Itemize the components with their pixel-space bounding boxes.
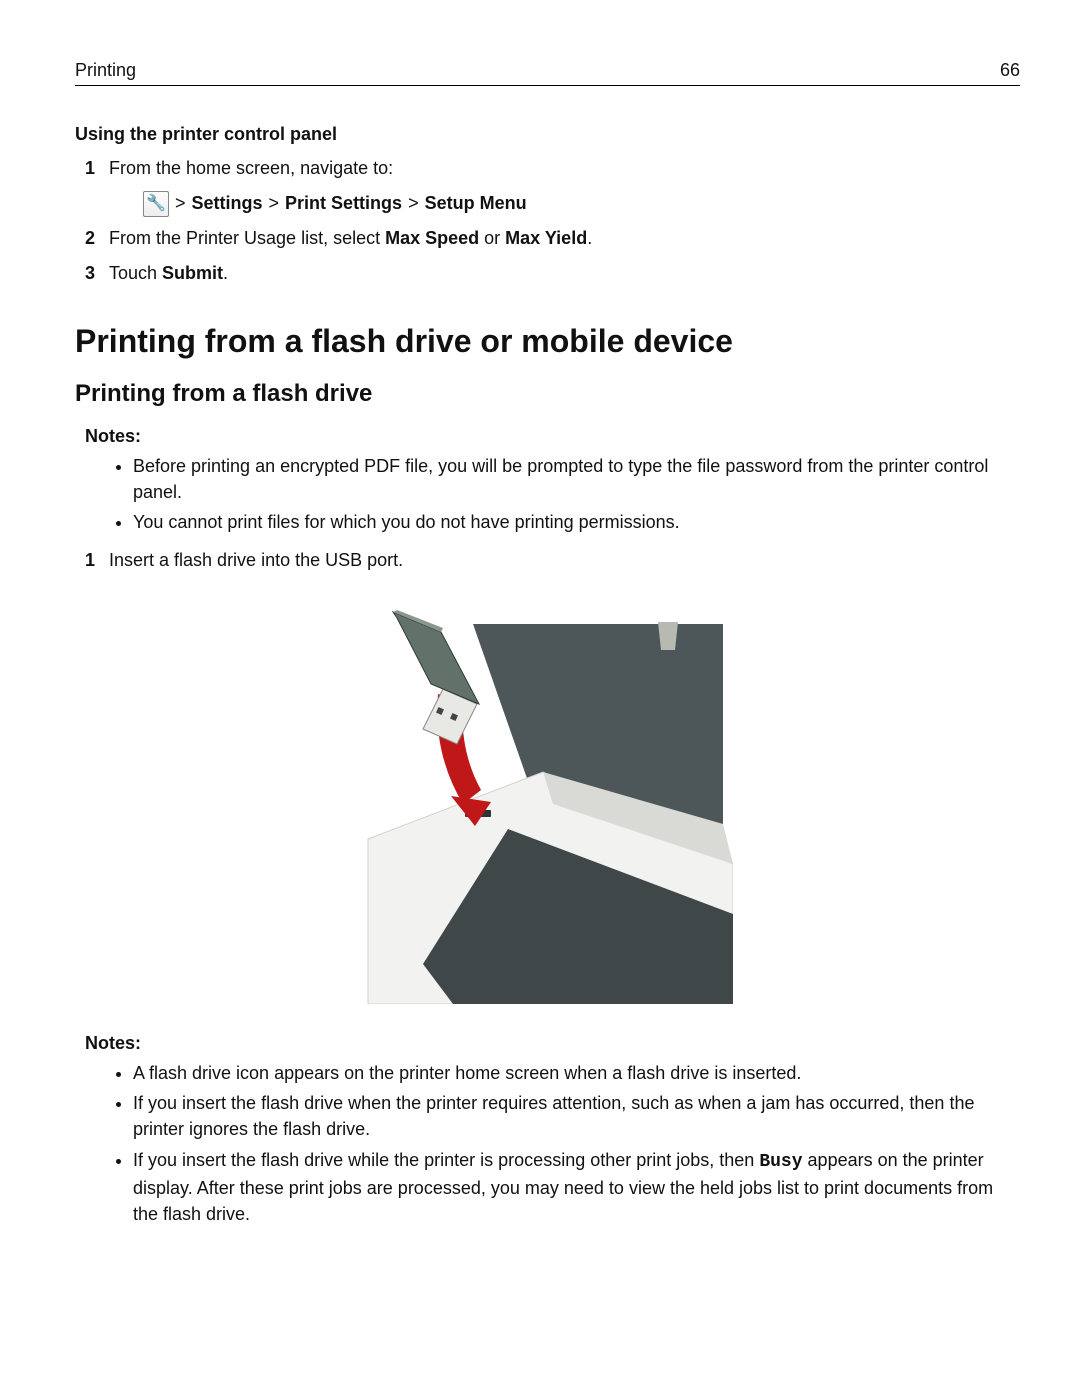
breadcrumb-sep: >: [175, 190, 186, 217]
notes-label-2: Notes:: [85, 1033, 1020, 1054]
step-3-text-pre: Touch: [109, 263, 162, 283]
step-2-text-pre: From the Printer Usage list, select: [109, 228, 385, 248]
flash-drive-icon: [393, 610, 479, 744]
steps-flash: Insert a flash drive into the USB port.: [75, 547, 1020, 574]
header-page-number: 66: [1000, 60, 1020, 81]
step-flash-1: Insert a flash drive into the USB port.: [75, 547, 1020, 574]
notes-label-1: Notes:: [85, 426, 1020, 447]
step-flash-1-text: Insert a flash drive into the USB port.: [109, 550, 403, 570]
step-2-max-yield: Max Yield: [505, 228, 587, 248]
document-page: Printing 66 Using the printer control pa…: [0, 0, 1080, 1299]
step-2-text-mid: or: [479, 228, 505, 248]
note-2-3-busy: Busy: [759, 1152, 802, 1172]
step-2-text-post: .: [587, 228, 592, 248]
steps-control-panel: From the home screen, navigate to: 🔧 > S…: [75, 155, 1020, 287]
notes-list-2: A flash drive icon appears on the printe…: [75, 1060, 1020, 1227]
heading-flash-drive: Printing from a flash drive: [75, 380, 1020, 408]
note-2-3: If you insert the flash drive while the …: [133, 1147, 1020, 1227]
printer-clip: [658, 622, 678, 650]
step-3-text-post: .: [223, 263, 228, 283]
step-1-text: From the home screen, navigate to:: [109, 158, 393, 178]
breadcrumb-settings: Settings: [192, 190, 263, 217]
usb-insert-illustration: [363, 604, 733, 1004]
heading-flash-or-mobile: Printing from a flash drive or mobile de…: [75, 323, 1020, 360]
notes-list-1: Before printing an encrypted PDF file, y…: [75, 453, 1020, 535]
note-1-1: Before printing an encrypted PDF file, y…: [133, 453, 1020, 505]
step-1: From the home screen, navigate to: 🔧 > S…: [75, 155, 1020, 217]
page-header: Printing 66: [75, 60, 1020, 86]
breadcrumb-path: 🔧 > Settings > Print Settings > Setup Me…: [143, 190, 1020, 217]
note-2-2: If you insert the flash drive when the p…: [133, 1090, 1020, 1142]
subsection-title-control-panel: Using the printer control panel: [75, 124, 1020, 145]
header-section-title: Printing: [75, 60, 136, 81]
wrench-icon: 🔧: [143, 191, 169, 217]
breadcrumb-print-settings: Print Settings: [285, 190, 402, 217]
note-2-1: A flash drive icon appears on the printe…: [133, 1060, 1020, 1086]
breadcrumb-sep: >: [408, 190, 419, 217]
step-2-max-speed: Max Speed: [385, 228, 479, 248]
note-2-3-pre: If you insert the flash drive while the …: [133, 1150, 759, 1170]
note-1-2: You cannot print files for which you do …: [133, 509, 1020, 535]
breadcrumb-setup-menu: Setup Menu: [425, 190, 527, 217]
breadcrumb-sep: >: [269, 190, 280, 217]
step-3-submit: Submit: [162, 263, 223, 283]
step-2: From the Printer Usage list, select Max …: [75, 225, 1020, 252]
step-3: Touch Submit.: [75, 260, 1020, 287]
figure-container: [75, 604, 1020, 1009]
